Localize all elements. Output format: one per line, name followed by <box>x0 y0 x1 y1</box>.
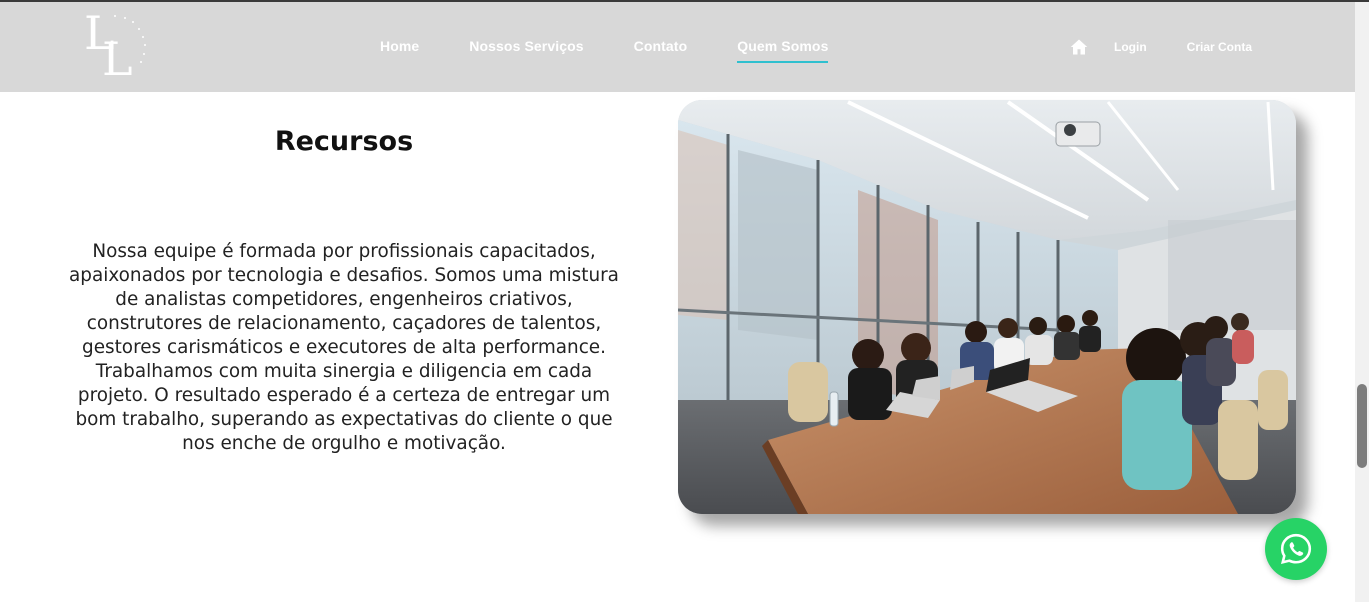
nav-nossos-servicos[interactable]: Nossos Serviços <box>469 38 583 63</box>
page-scrollbar[interactable] <box>1355 2 1369 602</box>
scrollbar-thumb[interactable] <box>1357 384 1367 468</box>
login-link[interactable]: Login <box>1114 40 1147 54</box>
nav-quem-somos[interactable]: Quem Somos <box>737 38 829 63</box>
whatsapp-button[interactable] <box>1265 518 1327 580</box>
home-icon[interactable] <box>1070 38 1088 56</box>
nav-home[interactable]: Home <box>380 38 419 63</box>
account-nav: Login Criar Conta <box>1070 38 1252 56</box>
site-header: L L Home Nossos Serviços Contato Quem So… <box>0 2 1355 92</box>
whatsapp-icon <box>1280 533 1312 565</box>
meeting-illustration <box>678 100 1296 514</box>
main-nav: Home Nossos Serviços Contato Quem Somos <box>380 38 829 63</box>
nav-contato[interactable]: Contato <box>634 38 688 63</box>
criar-conta-link[interactable]: Criar Conta <box>1187 40 1252 54</box>
section-paragraph: Nossa equipe é formada por profissionais… <box>69 241 619 454</box>
site-logo[interactable]: L L <box>80 10 160 88</box>
team-meeting-photo <box>678 100 1296 514</box>
logo-letter-2: L <box>102 32 133 86</box>
section-title: Recursos <box>274 126 414 157</box>
